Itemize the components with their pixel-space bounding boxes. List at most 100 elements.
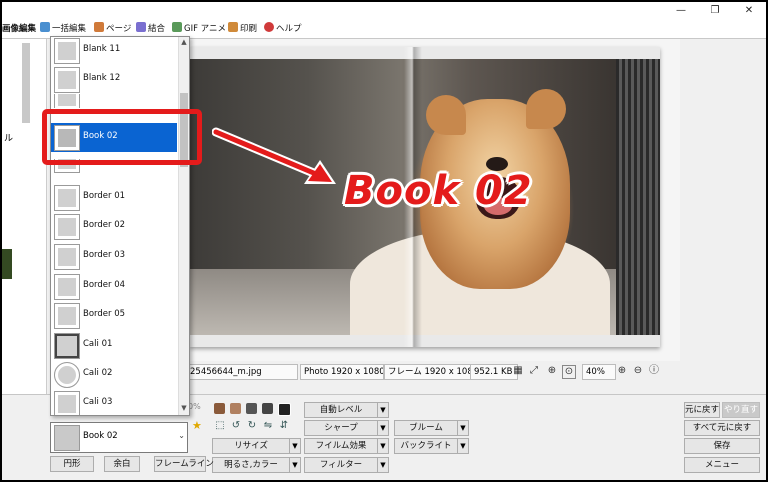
color-swatch-contrast[interactable] — [278, 403, 291, 416]
scroll-down-icon[interactable]: ▼ — [179, 404, 189, 412]
film-effect-button[interactable]: フイルム効果 — [304, 438, 378, 454]
frame-option[interactable]: Border 03 — [51, 242, 177, 271]
circle-shape-button[interactable]: 円形 — [50, 456, 94, 472]
tab-page[interactable]: ページ — [94, 22, 131, 36]
frame-option[interactable]: Cali 03 — [51, 389, 177, 415]
frame-option-thumbnail — [54, 94, 80, 108]
auto-level-dropdown[interactable]: ▼ — [377, 402, 389, 418]
flip-horizontal-icon[interactable]: ⇋ — [262, 420, 274, 432]
frame-option-thumbnail — [54, 67, 80, 93]
frame-option[interactable]: Border 02 — [51, 212, 177, 241]
frame-option[interactable]: Border 01 — [51, 183, 177, 212]
annotation-arrow-icon — [212, 127, 336, 184]
color-swatch-tan[interactable] — [230, 403, 241, 414]
backlight-dropdown[interactable]: ▼ — [457, 438, 469, 454]
frame-option-label: Border 05 — [83, 309, 126, 319]
frame-select[interactable]: Book 02 ⌄ — [50, 422, 188, 453]
photo-dog-ear-right — [526, 89, 566, 129]
status-frame-size: フレーム 1920 x 1080 — [384, 364, 472, 380]
brightness-dropdown[interactable]: ▼ — [289, 457, 301, 473]
zoom-out-icon[interactable]: ⊖ — [632, 365, 644, 377]
close-button[interactable]: ✕ — [732, 2, 766, 20]
color-swatch-brown[interactable] — [214, 403, 225, 414]
filter-dropdown[interactable]: ▼ — [377, 457, 389, 473]
frame-option[interactable]: Border 04 — [51, 272, 177, 301]
flip-vertical-icon[interactable]: ⇵ — [278, 420, 290, 432]
transparency-icon[interactable]: ▦ — [512, 365, 524, 377]
save-button[interactable]: 保存 — [684, 438, 760, 454]
auto-level-button[interactable]: 自動レベル — [304, 402, 378, 418]
menu-button[interactable]: メニュー — [684, 457, 760, 473]
frame-option[interactable]: Cali 01 — [51, 331, 177, 360]
batch-edit-icon — [40, 22, 50, 32]
info-icon[interactable]: ⓘ — [648, 365, 660, 377]
frame-option-label: Border 01 — [83, 191, 126, 201]
minimize-button[interactable]: — — [664, 2, 698, 20]
tab-print[interactable]: 印刷 — [228, 22, 257, 36]
fit-icon[interactable]: ⤢ — [528, 365, 540, 377]
canvas-scrollbar[interactable] — [680, 39, 688, 361]
scroll-up-icon[interactable]: ▲ — [179, 38, 189, 46]
frame-option[interactable]: Cali 02 — [51, 360, 177, 389]
frame-list-scrollbar[interactable]: ▲ ▼ — [178, 37, 189, 415]
backlight-button[interactable]: バックライト — [394, 438, 458, 454]
frame-select-thumbnail — [54, 425, 80, 451]
frame-option[interactable]: Border 05 — [51, 301, 177, 330]
zoom-in-icon[interactable]: ⊕ — [616, 365, 628, 377]
rotate-right-icon[interactable]: ↻ — [246, 420, 258, 432]
frame-option-thumbnail — [54, 303, 80, 329]
redo-button[interactable]: やり直す — [722, 402, 760, 418]
print-icon — [228, 22, 238, 32]
tab-image-edit[interactable]: 画像編集 — [2, 22, 37, 36]
frame-option[interactable]: Blank 11 — [51, 37, 177, 65]
help-icon — [264, 22, 274, 32]
maximize-button[interactable]: ❐ — [698, 2, 732, 20]
brightness-color-button[interactable]: 明るさ,カラー — [212, 457, 290, 473]
page-icon — [94, 22, 104, 32]
sharp-button[interactable]: シャープ — [304, 420, 378, 436]
photo-blinds — [616, 59, 660, 335]
zoom-actual-icon[interactable]: ⊕ — [546, 365, 558, 377]
app-window: — ❐ ✕ 画像編集 一括編集 ページ 結合 GIF アニメ 印刷 ヘルプ ル — [2, 2, 766, 480]
photo-dog-ear-left — [426, 95, 466, 135]
bloom-dropdown[interactable]: ▼ — [457, 420, 469, 436]
frame-option-thumbnail — [54, 185, 80, 211]
left-scrollbar[interactable] — [22, 43, 30, 123]
sharp-dropdown[interactable]: ▼ — [377, 420, 389, 436]
filter-button[interactable]: フィルター — [304, 457, 378, 473]
favorite-star-icon[interactable]: ★ — [192, 419, 202, 432]
left-thumbnail[interactable] — [2, 249, 12, 279]
frame-option-thumbnail — [54, 391, 80, 415]
tab-gif-anime[interactable]: GIF アニメ — [172, 22, 226, 36]
frame-dropdown-list[interactable]: Blank 11 Blank 12 Book 02 Border 01 Bord… — [50, 36, 190, 416]
frame-option[interactable]: Blank 12 — [51, 65, 177, 94]
margin-button[interactable]: 余白 — [104, 456, 140, 472]
status-file-size: 952.1 KB — [470, 364, 518, 380]
frameline-button[interactable]: フレームライン — [154, 456, 214, 472]
frame-option-thumbnail — [54, 244, 80, 270]
chevron-down-icon[interactable]: ⌄ — [178, 431, 185, 440]
frame-option[interactable] — [51, 94, 177, 108]
frame-option-label: Cali 02 — [83, 368, 113, 378]
bloom-button[interactable]: ブルーム — [394, 420, 458, 436]
color-swatch-dark[interactable] — [246, 403, 257, 414]
tab-combine[interactable]: 結合 — [136, 22, 165, 36]
resize-button[interactable]: リサイズ — [212, 438, 290, 454]
undo-all-button[interactable]: すべて元に戻す — [684, 420, 760, 436]
frame-option-thumbnail — [54, 38, 80, 64]
frame-select-value: Book 02 — [83, 431, 118, 441]
crop-icon[interactable]: ⬚ — [214, 420, 226, 432]
tab-help[interactable]: ヘルプ — [264, 22, 302, 36]
film-effect-dropdown[interactable]: ▼ — [377, 438, 389, 454]
frame-option-thumbnail — [54, 214, 80, 240]
frame-option-label: Cali 01 — [83, 339, 113, 349]
frame-option-label: Border 04 — [83, 280, 126, 290]
undo-button[interactable]: 元に戻す — [684, 402, 720, 418]
frame-option-thumbnail — [54, 362, 80, 388]
tab-batch-edit[interactable]: 一括編集 — [40, 22, 86, 36]
zoom-fit-icon[interactable]: ⊙ — [562, 365, 576, 379]
rotate-left-icon[interactable]: ↺ — [230, 420, 242, 432]
frame-option-label: Border 03 — [83, 250, 126, 260]
resize-dropdown[interactable]: ▼ — [289, 438, 301, 454]
color-swatch-black[interactable] — [262, 403, 273, 414]
